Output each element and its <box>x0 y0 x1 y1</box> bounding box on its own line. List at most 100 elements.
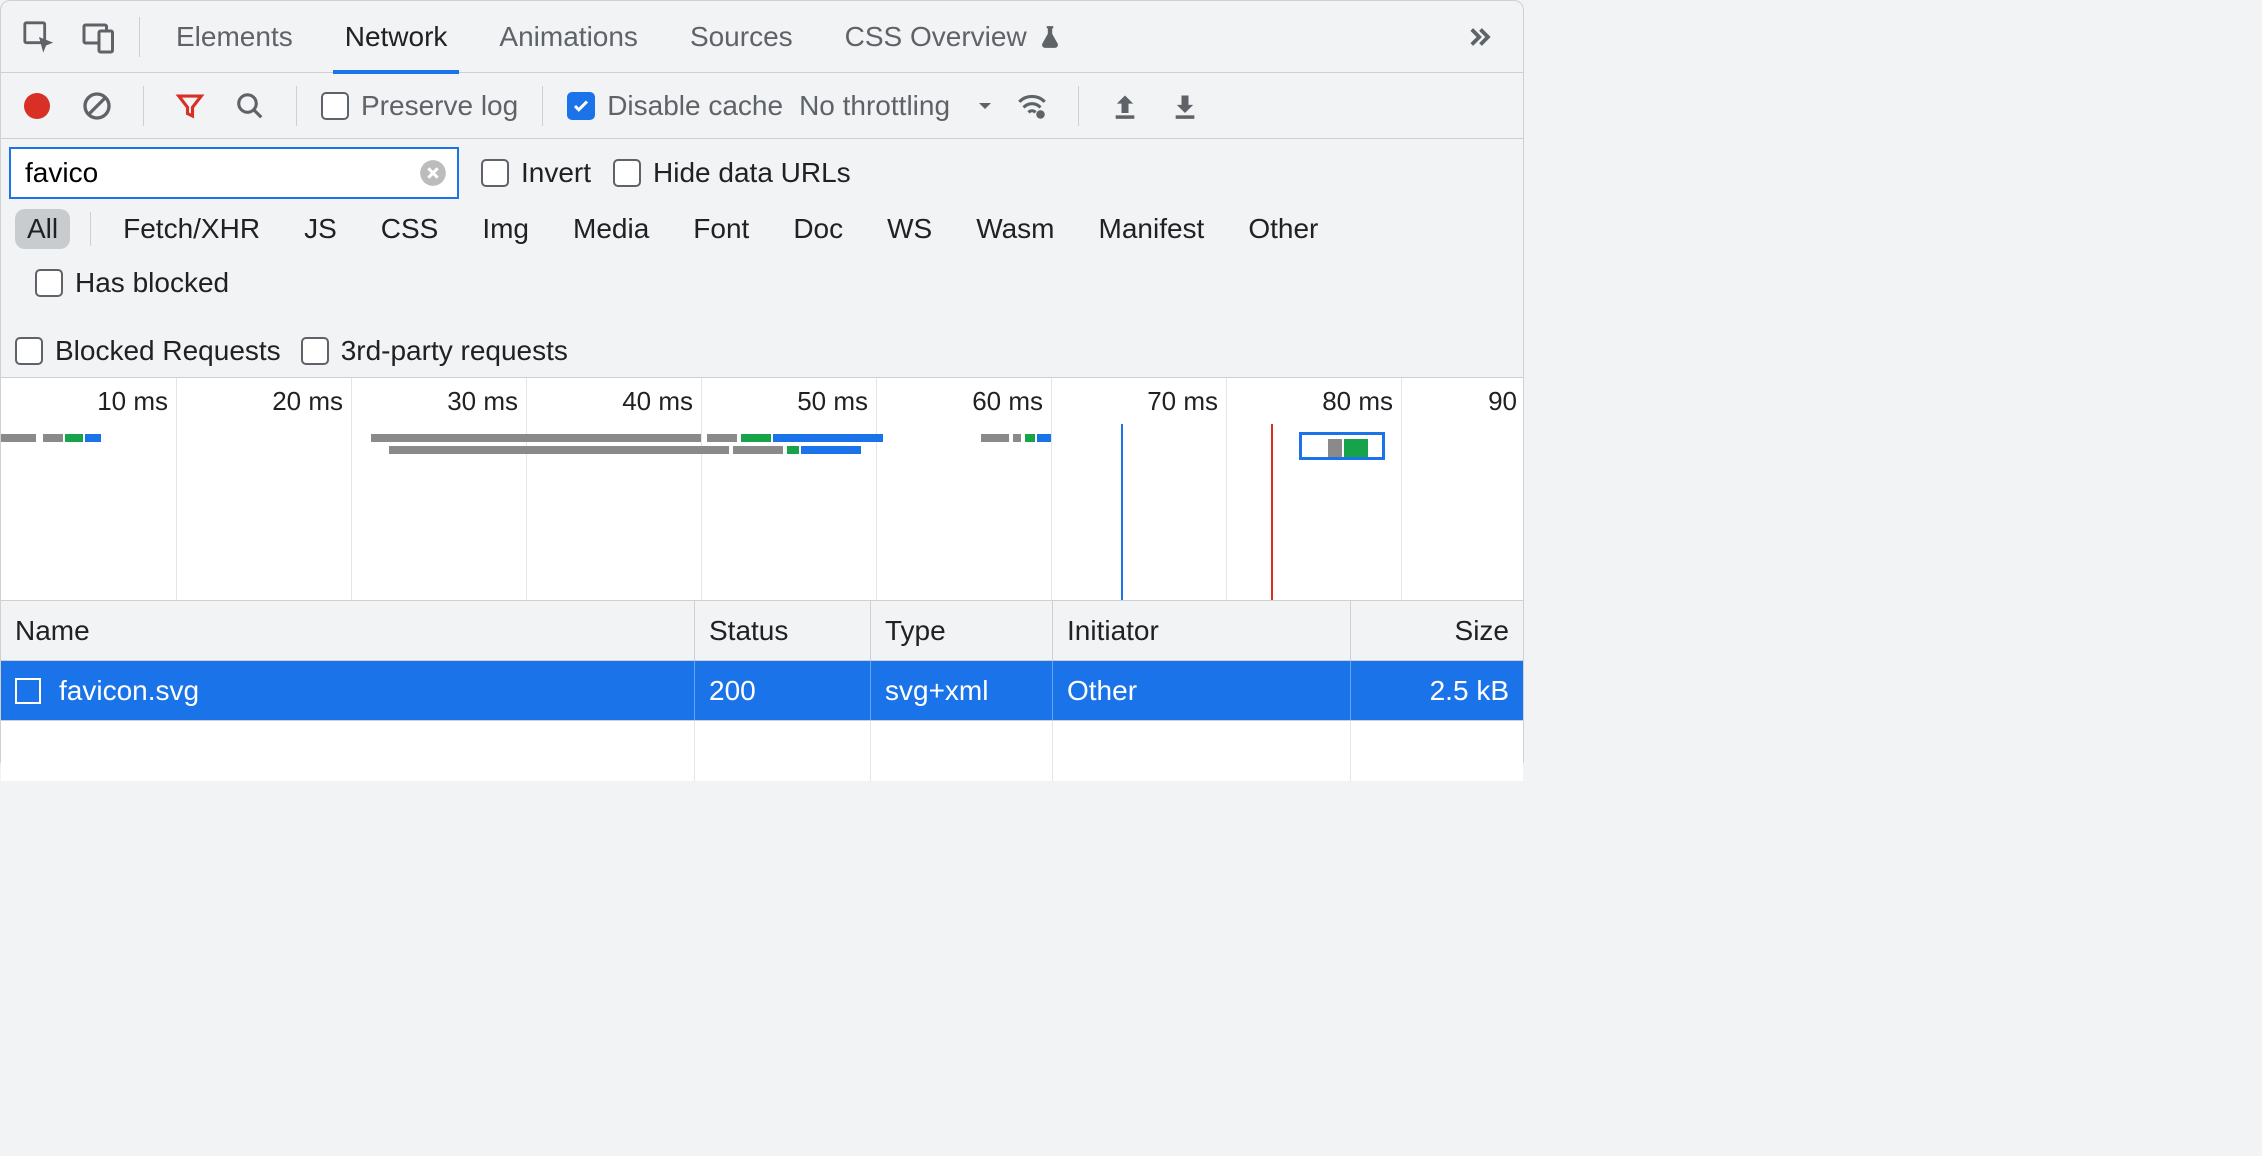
col-size[interactable]: Size <box>1351 601 1523 660</box>
type-doc[interactable]: Doc <box>781 209 855 249</box>
tab-label: Sources <box>690 21 793 53</box>
timeline-bar <box>1013 434 1021 442</box>
invert-checkbox[interactable]: Invert <box>481 157 591 189</box>
checkbox-icon <box>321 92 349 120</box>
type-media[interactable]: Media <box>561 209 661 249</box>
timeline-bar <box>773 434 883 442</box>
record-icon <box>24 93 50 119</box>
type-wasm[interactable]: Wasm <box>964 209 1066 249</box>
tab-label: CSS Overview <box>845 21 1027 53</box>
checkbox-icon <box>613 159 641 187</box>
filter-input[interactable] <box>25 157 419 189</box>
type-fetch-xhr[interactable]: Fetch/XHR <box>111 209 272 249</box>
timeline-bar <box>1025 434 1035 442</box>
separator <box>296 86 297 126</box>
tab-animations[interactable]: Animations <box>475 1 662 73</box>
table-header: Name Status Type Initiator Size <box>1 601 1523 661</box>
type-ws[interactable]: WS <box>875 209 944 249</box>
timeline-bar <box>389 446 729 454</box>
clear-filter-icon[interactable] <box>419 159 447 187</box>
tab-css-overview[interactable]: CSS Overview <box>821 1 1087 73</box>
filter-toggle-icon[interactable] <box>168 84 212 128</box>
timeline-bar <box>1 434 36 442</box>
col-type[interactable]: Type <box>871 601 1053 660</box>
clear-button[interactable] <box>75 84 119 128</box>
blocked-requests-checkbox[interactable]: Blocked Requests <box>15 335 281 367</box>
table-row[interactable]: favicon.svg 200 svg+xml Other 2.5 kB <box>1 661 1523 721</box>
tab-label: Elements <box>176 21 293 53</box>
hide-data-urls-label: Hide data URLs <box>653 157 851 189</box>
timeline-bar <box>801 446 861 454</box>
tabs-overflow-icon[interactable] <box>1443 22 1513 52</box>
preserve-log-label: Preserve log <box>361 90 518 122</box>
tab-network[interactable]: Network <box>321 1 472 73</box>
request-table: Name Status Type Initiator Size favicon.… <box>1 601 1523 781</box>
chevron-down-icon <box>976 97 994 115</box>
file-icon <box>15 678 41 704</box>
throttling-label: No throttling <box>799 90 950 122</box>
timeline-bar <box>741 434 771 442</box>
timeline-bar <box>85 434 101 442</box>
network-conditions-icon[interactable] <box>1010 84 1054 128</box>
upload-har-icon[interactable] <box>1103 84 1147 128</box>
separator <box>542 86 543 126</box>
record-button[interactable] <box>15 84 59 128</box>
timeline-selection[interactable] <box>1299 432 1385 460</box>
separator <box>90 212 91 246</box>
filter-bar: Invert Hide data URLs <box>1 139 1523 207</box>
download-har-icon[interactable] <box>1163 84 1207 128</box>
timeline-bar <box>787 446 799 454</box>
type-img[interactable]: Img <box>470 209 541 249</box>
preserve-log-checkbox[interactable]: Preserve log <box>321 90 518 122</box>
has-blocked-checkbox[interactable]: Has blocked <box>35 267 229 299</box>
type-font[interactable]: Font <box>681 209 761 249</box>
cell-size: 2.5 kB <box>1351 661 1523 720</box>
checkbox-icon <box>35 269 63 297</box>
devtools-tabstrip: Elements Network Animations Sources CSS … <box>1 1 1523 73</box>
timeline-ticks: 10 ms 20 ms 30 ms 40 ms 50 ms 60 ms 70 m… <box>1 378 1523 600</box>
cell-name: favicon.svg <box>1 661 695 720</box>
col-name[interactable]: Name <box>1 601 695 660</box>
checkbox-icon <box>15 337 43 365</box>
flask-icon <box>1037 24 1063 50</box>
tab-elements[interactable]: Elements <box>152 1 317 73</box>
timeline-bar <box>43 434 63 442</box>
throttling-select[interactable]: No throttling <box>799 90 994 122</box>
col-initiator[interactable]: Initiator <box>1053 601 1351 660</box>
timeline-bar <box>707 434 737 442</box>
col-status[interactable]: Status <box>695 601 871 660</box>
separator <box>139 17 140 57</box>
has-blocked-label: Has blocked <box>75 267 229 299</box>
cell-status: 200 <box>695 661 871 720</box>
checkbox-icon <box>301 337 329 365</box>
invert-label: Invert <box>521 157 591 189</box>
type-all[interactable]: All <box>15 209 70 249</box>
filter-input-wrapper <box>9 147 459 199</box>
separator <box>1078 86 1079 126</box>
checkbox-icon <box>567 92 595 120</box>
cell-type: svg+xml <box>871 661 1053 720</box>
timeline-bar <box>733 446 783 454</box>
device-toggle-icon[interactable] <box>71 9 127 65</box>
blocked-requests-label: Blocked Requests <box>55 335 281 367</box>
search-icon[interactable] <box>228 84 272 128</box>
checkbox-icon <box>481 159 509 187</box>
type-manifest[interactable]: Manifest <box>1087 209 1217 249</box>
timeline-bar <box>981 434 1009 442</box>
type-js[interactable]: JS <box>292 209 349 249</box>
type-other[interactable]: Other <box>1236 209 1330 249</box>
disable-cache-checkbox[interactable]: Disable cache <box>567 90 783 122</box>
disable-cache-label: Disable cache <box>607 90 783 122</box>
cell-initiator: Other <box>1053 661 1351 720</box>
timeline-bar <box>371 434 701 442</box>
timeline-bar <box>65 434 83 442</box>
tab-sources[interactable]: Sources <box>666 1 817 73</box>
type-css[interactable]: CSS <box>369 209 451 249</box>
inspect-element-icon[interactable] <box>11 9 67 65</box>
network-toolbar: Preserve log Disable cache No throttling <box>1 73 1523 139</box>
third-party-checkbox[interactable]: 3rd-party requests <box>301 335 568 367</box>
timeline-overview[interactable]: 10 ms 20 ms 30 ms 40 ms 50 ms 60 ms 70 m… <box>1 377 1523 601</box>
hide-data-urls-checkbox[interactable]: Hide data URLs <box>613 157 851 189</box>
table-row-empty <box>1 721 1523 781</box>
separator <box>143 86 144 126</box>
